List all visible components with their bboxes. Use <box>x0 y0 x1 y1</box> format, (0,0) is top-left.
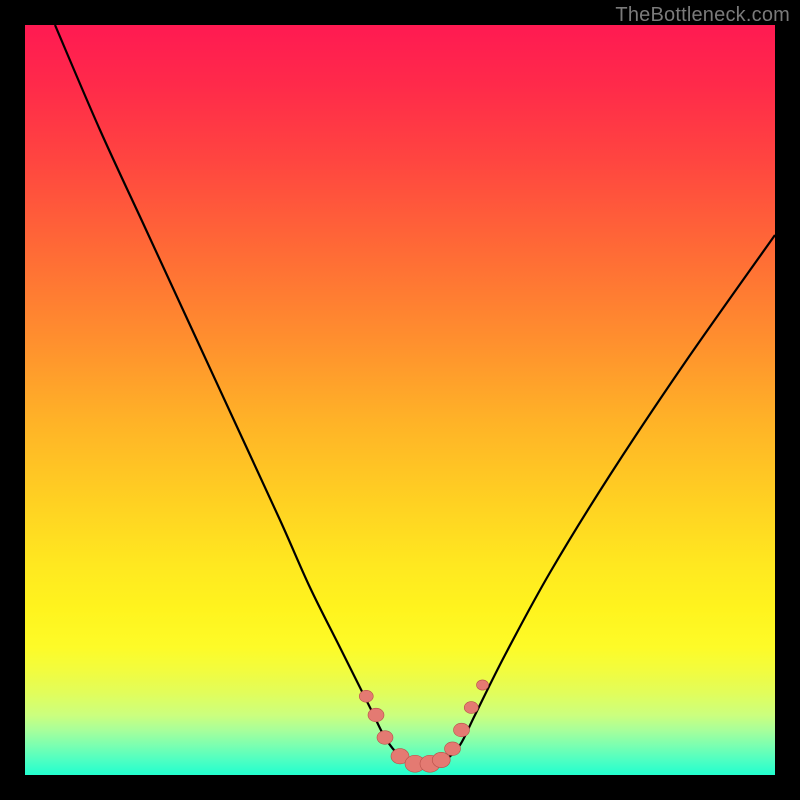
watermark-text: TheBottleneck.com <box>615 4 790 27</box>
chart-frame: TheBottleneck.com <box>0 0 800 800</box>
gradient-background <box>25 25 775 775</box>
plot-area <box>25 25 775 775</box>
